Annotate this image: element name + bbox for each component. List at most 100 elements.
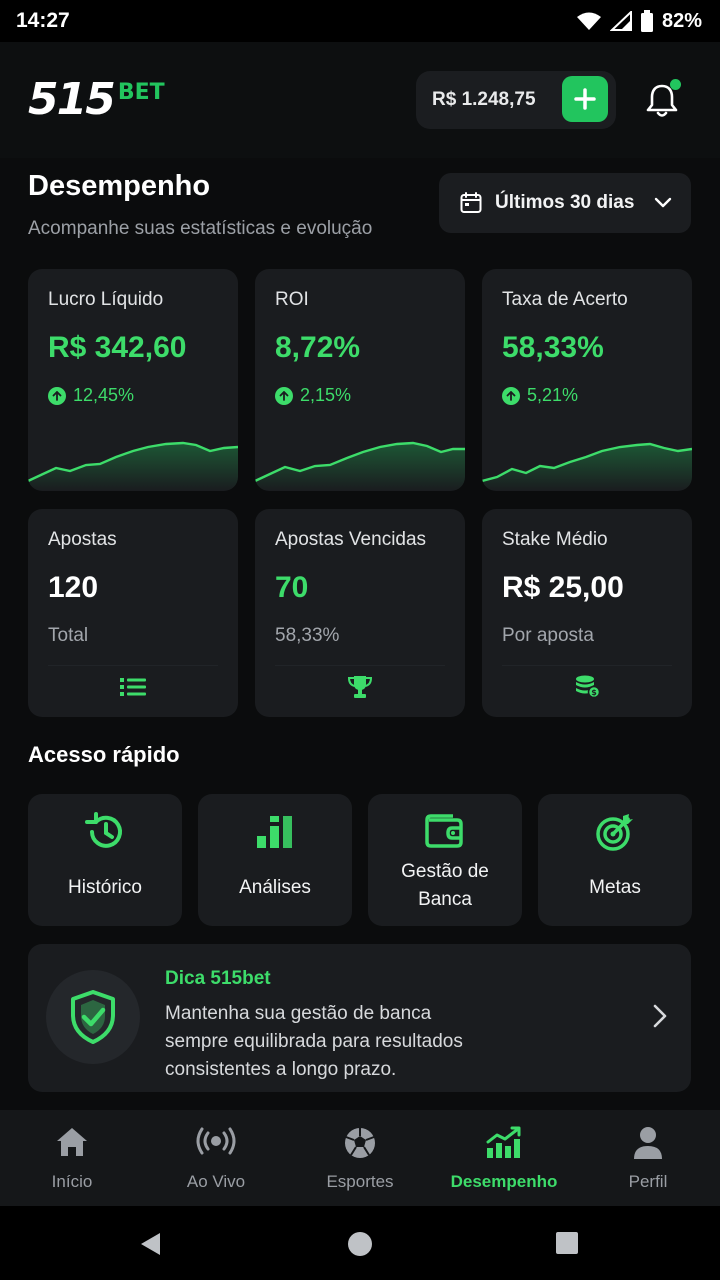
card-footer: $ (502, 665, 672, 707)
count-subtitle: Total (48, 625, 89, 646)
stat-change: 5,21% (502, 385, 578, 406)
period-dropdown[interactable]: Últimos 30 dias (439, 173, 691, 233)
stat-change-value: 5,21% (527, 385, 579, 405)
status-bar: 14:27 82% (0, 0, 720, 42)
tip-badge (46, 970, 140, 1064)
history-icon (85, 812, 122, 848)
quick-label: Histórico (68, 877, 142, 898)
deposit-button[interactable] (562, 76, 608, 122)
count-subtitle: Por aposta (502, 625, 594, 646)
quick-label: Metas (589, 877, 641, 898)
nav-sports[interactable]: Esportes (288, 1110, 432, 1206)
arrow-up-icon (48, 386, 66, 405)
logo-suffix: BET (117, 80, 165, 105)
home-icon (57, 1128, 87, 1156)
tip-line: Mantenha sua gestão de banca (165, 1003, 432, 1024)
chevron-right-icon (653, 1004, 667, 1028)
quick-access-title: Acesso rápido (28, 742, 180, 767)
count-card-avg-stake[interactable]: Stake Médio R$ 25,00 Por aposta $ (482, 509, 692, 717)
calendar-icon (460, 192, 482, 213)
count-label: Apostas (48, 529, 117, 550)
balance-pill[interactable]: R$ 1.248,75 (416, 71, 616, 129)
quick-label: Gestão de Banca (368, 858, 522, 914)
trending-chart-icon (486, 1126, 521, 1158)
battery-icon (640, 10, 653, 32)
tip-card[interactable]: Dica 515bet Mantenha sua gestão de banca… (28, 944, 691, 1092)
notifications-button[interactable] (640, 78, 684, 122)
soccer-ball-icon (345, 1128, 375, 1158)
home-circle-icon[interactable] (347, 1231, 373, 1257)
sparkline-chart (28, 441, 238, 491)
quick-label-line2: Banca (418, 889, 472, 910)
wallet-icon (425, 814, 463, 848)
battery-percent: 82% (661, 9, 702, 32)
quick-analytics-button[interactable]: Análises (198, 794, 352, 926)
tip-body: Mantenha sua gestão de banca sempre equi… (165, 1000, 535, 1084)
card-footer (275, 665, 445, 707)
count-value: R$ 25,00 (502, 571, 624, 604)
system-navigation-bar (0, 1206, 720, 1280)
signal-icon (609, 11, 632, 31)
quick-history-button[interactable]: Histórico (28, 794, 182, 926)
sparkline-chart (482, 442, 692, 491)
stat-value: R$ 342,60 (48, 331, 187, 364)
quick-goals-button[interactable]: Metas (538, 794, 692, 926)
recents-icon[interactable] (555, 1231, 579, 1255)
stat-card-hit-rate[interactable]: Taxa de Acerto 58,33% 5,21% (482, 269, 692, 491)
logo-number: 515 (28, 74, 116, 125)
bar-chart-icon (257, 816, 292, 848)
live-icon (196, 1127, 236, 1155)
stat-label: Lucro Líquido (48, 289, 164, 310)
count-value: 120 (48, 571, 99, 604)
count-value: 70 (275, 571, 309, 604)
stat-change-value: 2,15% (300, 385, 352, 405)
nav-home[interactable]: Início (0, 1110, 144, 1206)
status-icons: 82% (576, 10, 702, 33)
period-label: Últimos 30 dias (495, 192, 635, 213)
shield-check-icon (71, 990, 115, 1044)
bottom-navigation: Início Ao Vivo Esportes Desempenho Perfi… (0, 1110, 720, 1206)
tip-line: sempre equilibrada para resultados (165, 1031, 463, 1052)
stat-label: ROI (275, 289, 309, 310)
nav-label: Desempenho (450, 1172, 558, 1191)
brand-logo[interactable]: 515 BET (28, 78, 165, 122)
stat-change: 2,15% (275, 385, 351, 406)
nav-label: Início (51, 1172, 93, 1191)
target-icon (596, 814, 633, 851)
plus-icon (574, 88, 596, 110)
arrow-up-icon (275, 386, 293, 405)
quick-label: Análises (239, 877, 311, 898)
stat-card-roi[interactable]: ROI 8,72% 2,15% (255, 269, 465, 491)
trophy-icon (347, 675, 373, 698)
nav-label: Esportes (326, 1172, 394, 1191)
back-icon[interactable] (138, 1231, 162, 1257)
nav-label: Perfil (628, 1172, 668, 1191)
count-card-bets[interactable]: Apostas 120 Total (28, 509, 238, 717)
notification-dot (670, 79, 681, 90)
count-card-won-bets[interactable]: Apostas Vencidas 70 58,33% (255, 509, 465, 717)
list-icon (120, 677, 146, 696)
nav-live[interactable]: Ao Vivo (144, 1110, 288, 1206)
status-time: 14:27 (16, 9, 70, 32)
quick-bankroll-button[interactable]: Gestão de Banca (368, 794, 522, 926)
nav-profile[interactable]: Perfil (576, 1110, 720, 1206)
balance-amount: R$ 1.248,75 (432, 89, 536, 110)
quick-label-line1: Gestão de (401, 861, 489, 882)
nav-performance[interactable]: Desempenho (432, 1110, 576, 1206)
count-label: Stake Médio (502, 529, 608, 550)
stat-change-value: 12,45% (73, 385, 135, 405)
sparkline-chart (255, 441, 465, 491)
chevron-down-icon (655, 197, 672, 208)
stat-value: 58,33% (502, 331, 604, 364)
page-subtitle: Acompanhe suas estatísticas e evolução (28, 218, 373, 239)
count-subtitle: 58,33% (275, 625, 340, 646)
stat-change: 12,45% (48, 385, 134, 406)
wifi-icon (576, 12, 601, 30)
card-footer (48, 665, 218, 707)
app-header: 515 BET R$ 1.248,75 (0, 42, 720, 158)
stat-card-net-profit[interactable]: Lucro Líquido R$ 342,60 12,45% (28, 269, 238, 491)
stat-value: 8,72% (275, 331, 361, 364)
tip-line: consistentes a longo prazo. (165, 1059, 397, 1080)
coins-icon: $ (576, 675, 600, 698)
tip-title: Dica 515bet (165, 968, 271, 989)
